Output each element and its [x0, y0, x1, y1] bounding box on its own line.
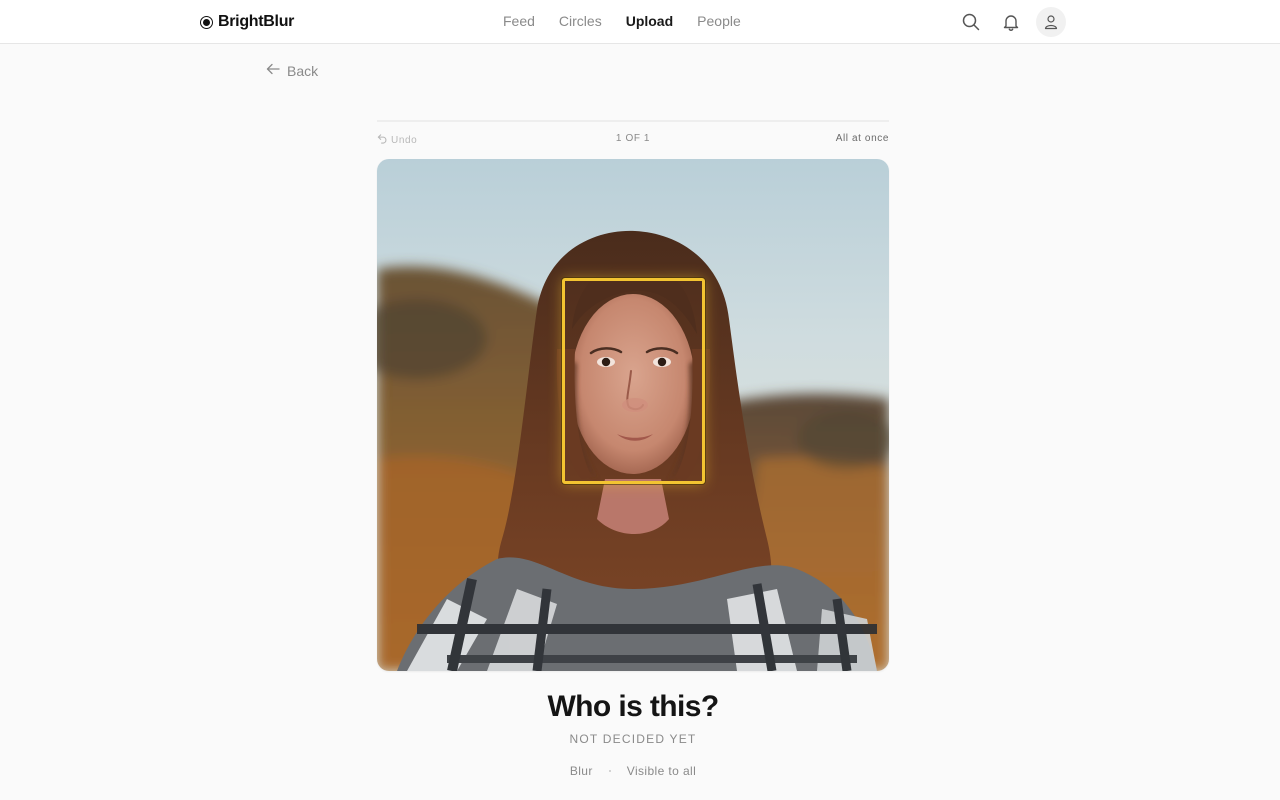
user-icon: [1043, 14, 1059, 30]
brand-logo-icon: [200, 15, 213, 29]
main-nav: Feed Circles Upload People: [503, 13, 741, 29]
profile-button[interactable]: [1036, 7, 1066, 37]
editor-header: Undo 1 OF 1 All at once: [377, 132, 889, 148]
brand-logo[interactable]: BrightBlur: [200, 12, 294, 32]
nav-item-people[interactable]: People: [697, 13, 741, 29]
header-tools: [956, 7, 1066, 37]
undo-button[interactable]: Undo: [377, 133, 417, 147]
undo-icon: [377, 133, 388, 147]
photo-counter: 1 OF 1: [615, 133, 651, 144]
brand-name: BrightBlur: [218, 13, 295, 30]
visible-to-all-button[interactable]: Visible to all: [627, 764, 696, 778]
nav-item-circles[interactable]: Circles: [559, 13, 602, 29]
back-link[interactable]: Back: [265, 61, 318, 80]
search-button[interactable]: [956, 7, 986, 37]
question-title: Who is this?: [547, 690, 719, 723]
nav-item-upload[interactable]: Upload: [626, 13, 673, 29]
progress-track: [377, 120, 889, 122]
nav-item-feed[interactable]: Feed: [503, 13, 535, 29]
photo-canvas[interactable]: [377, 159, 889, 671]
notifications-button[interactable]: [996, 7, 1026, 37]
separator-dot: [608, 770, 611, 772]
undo-label: Undo: [391, 134, 418, 146]
blur-button[interactable]: Blur: [570, 764, 593, 778]
bell-icon: [1002, 13, 1020, 31]
all-at-once-toggle[interactable]: All at once: [836, 133, 889, 144]
top-navigation-bar: BrightBlur Feed Circles Upload People: [0, 0, 1280, 44]
decision-status: NOT DECIDED YET: [569, 732, 697, 746]
face-selection-box[interactable]: [562, 278, 705, 484]
arrow-left-icon: [265, 61, 281, 80]
search-icon: [962, 13, 980, 31]
back-label: Back: [287, 62, 319, 79]
decision-actions: Blur Visible to all: [377, 764, 889, 778]
